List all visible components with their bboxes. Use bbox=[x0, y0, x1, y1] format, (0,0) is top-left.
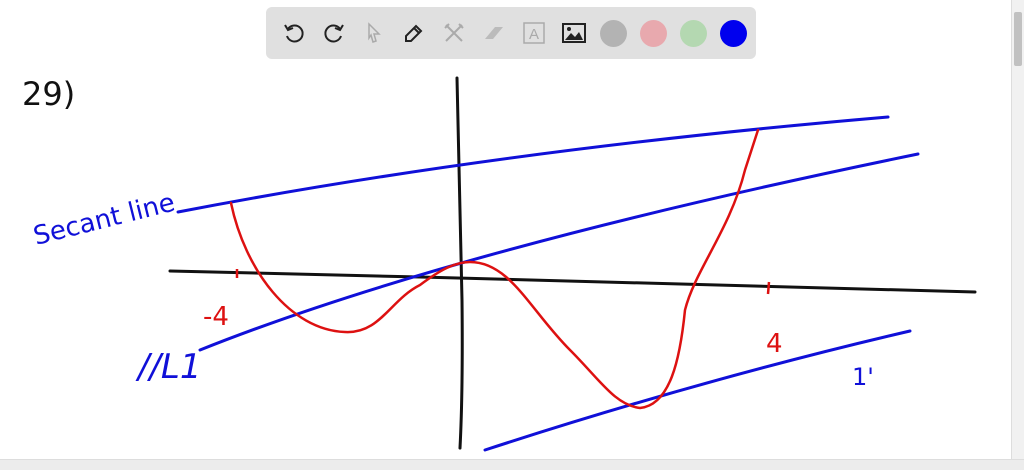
whiteboard-canvas[interactable]: 29) Secant line -4 4 //L1 1' bbox=[0, 0, 1012, 460]
tools-icon bbox=[443, 23, 464, 42]
pen-button[interactable] bbox=[398, 18, 429, 49]
tick-pos-4 bbox=[766, 281, 771, 295]
image-button[interactable] bbox=[558, 18, 589, 49]
undo-button[interactable] bbox=[278, 18, 309, 49]
select-button[interactable] bbox=[358, 18, 389, 49]
tick-label-neg-4: -4 bbox=[203, 302, 229, 332]
pen-icon bbox=[404, 24, 422, 42]
x-axis bbox=[168, 269, 977, 294]
image-icon bbox=[561, 23, 586, 43]
secant-label: Secant line bbox=[30, 188, 178, 252]
parallel-label: //L1 bbox=[135, 347, 201, 387]
text-button[interactable]: A bbox=[518, 18, 549, 49]
text-icon: A bbox=[522, 22, 545, 44]
prime-label: 1' bbox=[852, 363, 874, 391]
secant-line bbox=[176, 115, 890, 214]
color-gray-swatch[interactable] bbox=[600, 19, 627, 47]
problem-label: 29) bbox=[22, 75, 75, 113]
parallel-line-bottom bbox=[483, 329, 912, 452]
color-blue-swatch[interactable] bbox=[720, 19, 747, 47]
vertical-scrollbar[interactable] bbox=[1011, 0, 1024, 460]
select-icon bbox=[367, 22, 381, 43]
tools-button[interactable] bbox=[438, 18, 469, 49]
color-green-swatch[interactable] bbox=[680, 19, 707, 47]
eraser-icon bbox=[484, 27, 503, 39]
function-curve bbox=[229, 128, 760, 410]
horizontal-scrollbar[interactable] bbox=[0, 459, 1024, 470]
drawing-toolbar: A bbox=[266, 7, 756, 59]
redo-button[interactable] bbox=[318, 18, 349, 49]
redo-icon bbox=[323, 24, 344, 43]
tick-label-pos-4: 4 bbox=[766, 329, 783, 359]
undo-icon bbox=[283, 24, 304, 43]
vertical-scrollbar-thumb[interactable] bbox=[1014, 12, 1022, 66]
color-red-swatch[interactable] bbox=[640, 19, 667, 47]
eraser-button[interactable] bbox=[478, 18, 509, 49]
svg-text:A: A bbox=[528, 26, 538, 43]
